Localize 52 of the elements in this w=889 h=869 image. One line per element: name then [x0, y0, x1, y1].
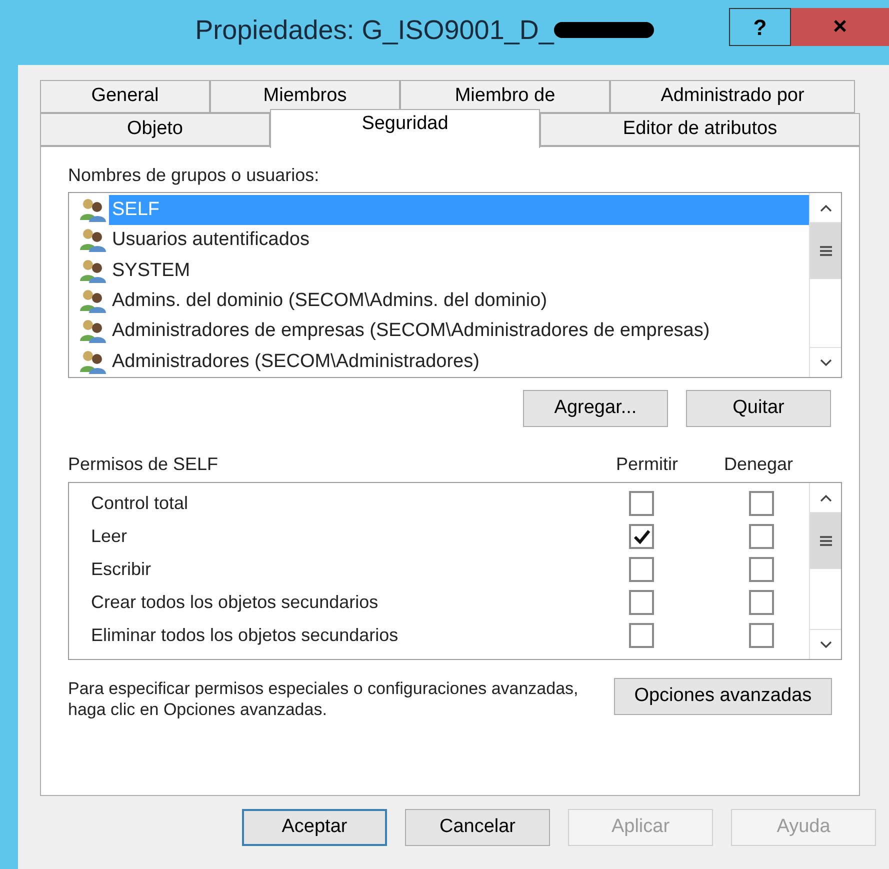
list-item[interactable]: Administradores de empresas (SECOM\Administradores de empresas): [109, 316, 809, 346]
scrollbar[interactable]: [809, 483, 841, 659]
checkbox[interactable]: [629, 590, 654, 615]
permissions-label: Permisos de SELF: [68, 453, 220, 476]
scroll-down-icon[interactable]: [818, 640, 832, 650]
permission-name: Escribir: [91, 558, 152, 581]
button[interactable]: Cancelar: [405, 809, 550, 846]
column-header: Permitir: [616, 453, 679, 476]
users-icon: [79, 289, 107, 314]
tab[interactable]: Seguridad: [270, 109, 540, 148]
help-text: Para especificar permisos especiales o configuraciones avanzadas, haga clic en Opciones avanzadas.: [68, 678, 580, 720]
tab[interactable]: Administrado por: [610, 80, 855, 113]
checkbox[interactable]: [629, 491, 654, 516]
permission-name: Eliminar todos los objetos secundarios: [91, 624, 400, 647]
help-button[interactable]: ?: [729, 8, 791, 46]
checkbox[interactable]: [629, 524, 654, 549]
checkbox[interactable]: [749, 524, 774, 549]
button[interactable]: Aceptar: [242, 809, 387, 846]
users-icon: [79, 198, 107, 222]
button[interactable]: Opciones avanzadas: [614, 678, 832, 715]
column-header: Denegar: [724, 453, 794, 476]
scroll-up-icon[interactable]: [818, 202, 832, 212]
checkbox[interactable]: [749, 557, 774, 582]
checkbox[interactable]: [749, 590, 774, 615]
button[interactable]: Quitar: [686, 390, 831, 427]
permission-name: Crear todos los objetos secundarios: [91, 591, 380, 614]
permission-name: Leer: [91, 525, 128, 548]
list-item[interactable]: Admins. del dominio (SECOM\Admins. del dominio): [109, 286, 809, 316]
scroll-up-icon[interactable]: [818, 492, 832, 502]
checkbox[interactable]: [749, 491, 774, 516]
permission-name: Control total: [91, 492, 190, 515]
scroll-down-icon[interactable]: [818, 358, 832, 368]
close-button[interactable]: ×: [791, 8, 889, 46]
list-item[interactable]: SYSTEM: [109, 256, 809, 286]
checkbox[interactable]: [749, 623, 774, 648]
tab[interactable]: General: [40, 80, 210, 113]
window-title: Propiedades: G_ISO9001_D_: [195, 14, 554, 47]
checkbox[interactable]: [629, 623, 654, 648]
users-icon: [79, 228, 107, 252]
users-icon: [79, 350, 107, 374]
checkbox[interactable]: [629, 557, 654, 582]
tab[interactable]: Miembro de: [400, 80, 610, 113]
users-icon: [79, 319, 107, 344]
list-item[interactable]: Usuarios autentificados: [109, 225, 809, 256]
list-label: Nombres de grupos o usuarios:: [68, 164, 320, 187]
button[interactable]: Agregar...: [523, 390, 668, 427]
scrollbar[interactable]: [809, 193, 841, 377]
list-item[interactable]: Administradores (SECOM\Administradores): [109, 346, 809, 377]
tab[interactable]: Editor de atributos: [540, 113, 860, 146]
tab[interactable]: Miembros: [210, 80, 400, 113]
users-icon: [79, 258, 107, 283]
tab[interactable]: Objeto: [40, 113, 270, 146]
